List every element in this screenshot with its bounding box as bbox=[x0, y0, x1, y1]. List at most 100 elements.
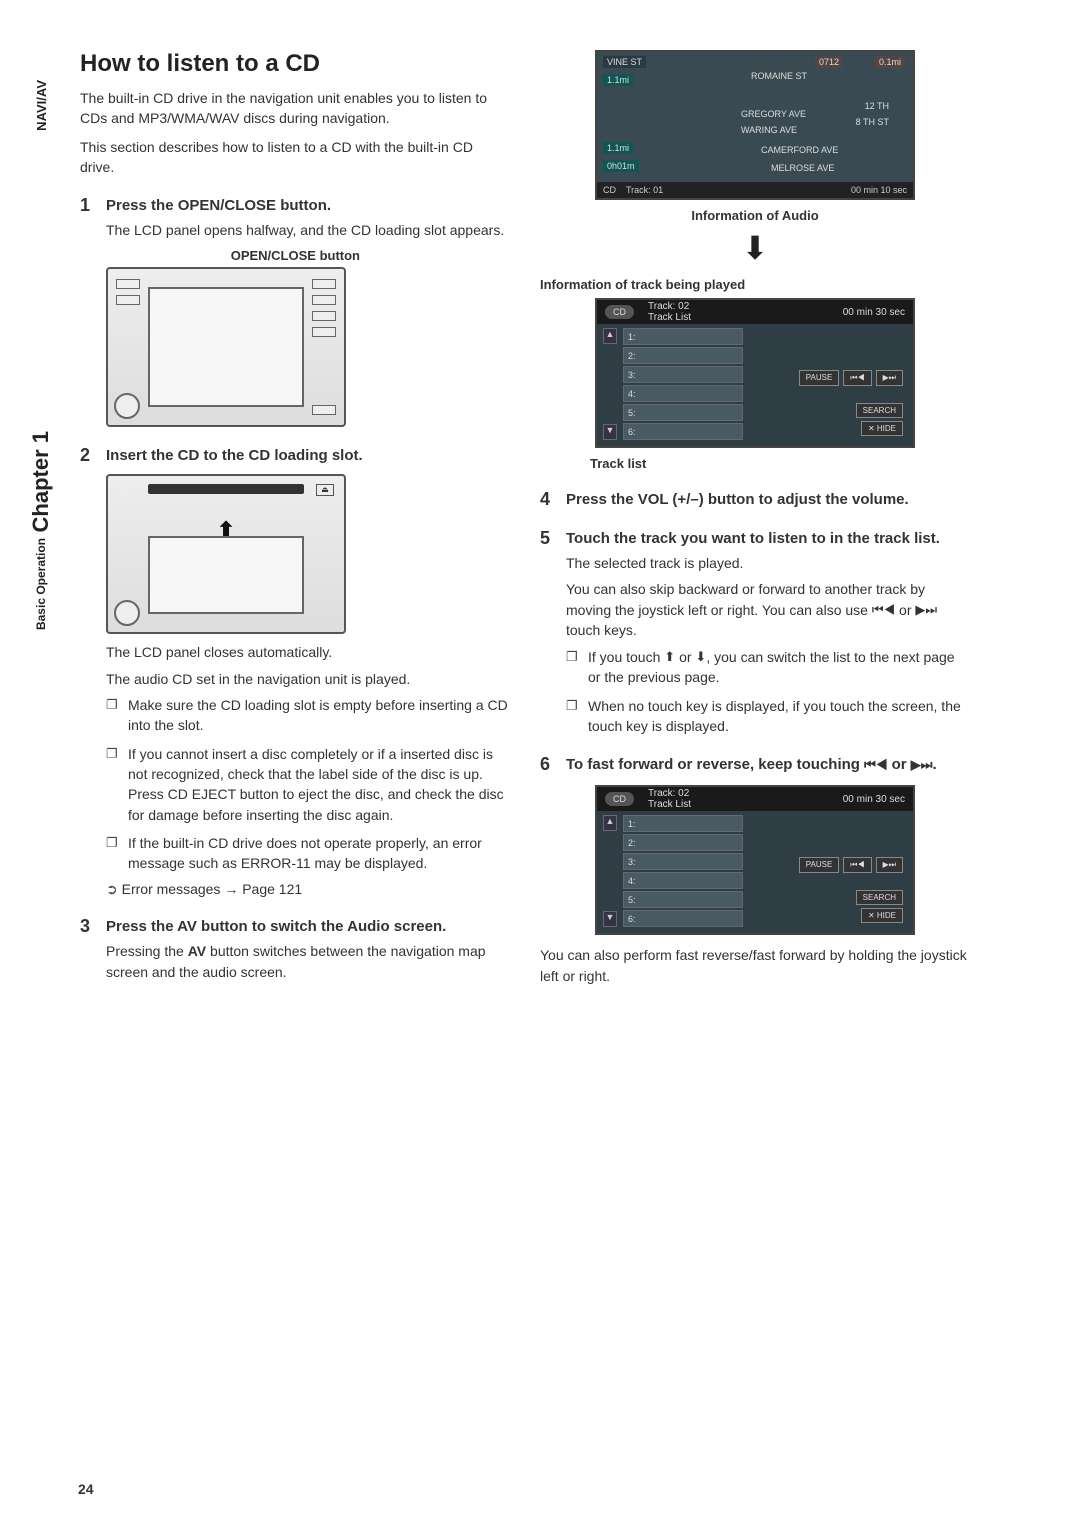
nav-distance-1: 1.1mi bbox=[603, 74, 633, 86]
intro-p2: This section describes how to listen to … bbox=[80, 137, 510, 178]
step-1-title: Press the OPEN/CLOSE button. bbox=[106, 195, 331, 216]
search-button[interactable]: SEARCH bbox=[856, 403, 903, 418]
step-5-bullet-1: If you touch ⬆ or ⬇, you can switch the … bbox=[566, 647, 970, 688]
next-button[interactable]: ▶⏭ bbox=[876, 370, 903, 386]
nav-track-label: Track: 01 bbox=[626, 185, 663, 195]
caption-tracklist: Track list bbox=[590, 456, 970, 471]
eject-icon: ⏏ bbox=[316, 484, 334, 496]
page-up-icon: ⬆ bbox=[664, 648, 675, 667]
tracklist-screenshot-1: CD Track: 02 Track List 00 min 30 sec ▲ … bbox=[595, 298, 915, 448]
street-waring: WARING AVE bbox=[737, 124, 801, 136]
tl-cd-label: CD bbox=[605, 305, 634, 319]
nav-distance-2: 1.1mi bbox=[603, 142, 633, 154]
tl-header-time: 00 min 30 sec bbox=[843, 794, 905, 805]
track-row[interactable]: 5: bbox=[623, 891, 743, 908]
track-row[interactable]: 1: bbox=[623, 815, 743, 832]
pause-button[interactable]: PAUSE bbox=[799, 857, 840, 873]
step-2-bullet-1: Make sure the CD loading slot is empty b… bbox=[106, 695, 510, 736]
step-4-number: 4 bbox=[540, 489, 558, 510]
track-row[interactable]: 1: bbox=[623, 328, 743, 345]
step-2-bullet-2: If you cannot insert a disc completely o… bbox=[106, 744, 510, 825]
track-row[interactable]: 5: bbox=[623, 404, 743, 421]
step-6-footer: You can also perform fast reverse/fast f… bbox=[540, 945, 970, 986]
track-row[interactable]: 6: bbox=[623, 423, 743, 440]
step-5-bullets: If you touch ⬆ or ⬇, you can switch the … bbox=[566, 647, 970, 737]
tracklist-screenshot-2: CD Track: 02 Track List 00 min 30 sec ▲ … bbox=[595, 785, 915, 935]
nav-map-screenshot: VINE ST 1.1mi 0712 0.1mi ROMAINE ST GREG… bbox=[595, 50, 915, 200]
tl-rows: 1: 2: 3: 4: 5: 6: bbox=[623, 815, 743, 929]
street-vine: VINE ST bbox=[603, 56, 646, 68]
open-close-caption: OPEN/CLOSE button bbox=[140, 248, 360, 263]
step-3-number: 3 bbox=[80, 916, 98, 937]
step-2-xref: Error messages → Page 121 bbox=[106, 881, 510, 898]
down-arrow-icon: ⬇ bbox=[540, 229, 970, 267]
tl-header-track: Track: 02 bbox=[648, 301, 691, 312]
street-romaine: ROMAINE ST bbox=[747, 70, 811, 82]
intro-text: The built-in CD drive in the navigation … bbox=[80, 88, 510, 177]
step-2-body2: The audio CD set in the navigation unit … bbox=[106, 669, 510, 689]
step-2-bullets: Make sure the CD loading slot is empty b… bbox=[106, 695, 510, 873]
track-row[interactable]: 3: bbox=[623, 853, 743, 870]
page-down-icon: ⬇ bbox=[695, 648, 706, 667]
track-row[interactable]: 6: bbox=[623, 910, 743, 927]
next-button[interactable]: ▶⏭ bbox=[876, 857, 903, 873]
left-column: How to listen to a CD The built-in CD dr… bbox=[80, 50, 510, 992]
step-5-title: Touch the track you want to listen to in… bbox=[566, 528, 940, 549]
step-3: 3 Press the AV button to switch the Audi… bbox=[80, 916, 510, 982]
tab-basic-operation: Basic Operation bbox=[34, 538, 48, 630]
intro-p1: The built-in CD drive in the navigation … bbox=[80, 88, 510, 129]
step-6-title: To fast forward or reverse, keep touchin… bbox=[566, 754, 937, 775]
tl-header-track: Track: 02 bbox=[648, 788, 691, 799]
scroll-up-icon[interactable]: ▲ bbox=[603, 328, 617, 344]
nav-eta: 0h01m bbox=[603, 160, 639, 172]
street-12th: 12 TH bbox=[861, 100, 893, 112]
side-tabs: NAVI/AV Chapter 1 Basic Operation bbox=[28, 80, 54, 630]
step-2-number: 2 bbox=[80, 445, 98, 466]
track-row[interactable]: 2: bbox=[623, 347, 743, 364]
step-2-bullet-3: If the built-in CD drive does not operat… bbox=[106, 833, 510, 874]
next-track-icon: ▶⏭ bbox=[915, 601, 937, 620]
tl-cd-label: CD bbox=[605, 792, 634, 806]
step-6-number: 6 bbox=[540, 754, 558, 775]
page-number: 24 bbox=[78, 1481, 94, 1497]
tab-navi-av: NAVI/AV bbox=[34, 80, 49, 131]
pause-button[interactable]: PAUSE bbox=[799, 370, 840, 386]
step-5: 5 Touch the track you want to listen to … bbox=[540, 528, 970, 736]
xref-label: Error messages bbox=[122, 881, 221, 897]
device-open-figure: ⏏ ⬆ bbox=[106, 474, 346, 634]
track-row[interactable]: 2: bbox=[623, 834, 743, 851]
step-5-number: 5 bbox=[540, 528, 558, 549]
hide-button[interactable]: ✕ HIDE bbox=[861, 908, 903, 923]
tab-chapter: Chapter 1 bbox=[28, 431, 54, 532]
hide-button[interactable]: ✕ HIDE bbox=[861, 421, 903, 436]
step-3-body: Pressing the AV button switches between … bbox=[106, 941, 510, 982]
street-camerford: CAMERFORD AVE bbox=[757, 144, 842, 156]
scroll-up-icon[interactable]: ▲ bbox=[603, 815, 617, 831]
step-1: 1 Press the OPEN/CLOSE button. The LCD p… bbox=[80, 195, 510, 427]
track-row[interactable]: 3: bbox=[623, 366, 743, 383]
step-1-body: The LCD panel opens halfway, and the CD … bbox=[106, 220, 510, 240]
device-front-figure bbox=[106, 267, 346, 427]
step-2-title: Insert the CD to the CD loading slot. bbox=[106, 445, 363, 466]
step-6: 6 To fast forward or reverse, keep touch… bbox=[540, 754, 970, 986]
search-button[interactable]: SEARCH bbox=[856, 890, 903, 905]
nav-cd-label: CD bbox=[603, 185, 616, 195]
tl-header-time: 00 min 30 sec bbox=[843, 307, 905, 318]
tl-header-list: Track List bbox=[648, 799, 691, 810]
prev-track-icon: ⏮◀ bbox=[864, 756, 887, 774]
nav-audio-bar: CD Track: 01 00 min 10 sec bbox=[597, 182, 913, 198]
prev-button[interactable]: ⏮◀ bbox=[843, 857, 871, 873]
right-column: VINE ST 1.1mi 0712 0.1mi ROMAINE ST GREG… bbox=[540, 50, 970, 992]
prev-track-icon: ⏮◀ bbox=[872, 601, 895, 620]
tl-rows: 1: 2: 3: 4: 5: 6: bbox=[623, 328, 743, 442]
tl-header-list: Track List bbox=[648, 312, 691, 323]
prev-button[interactable]: ⏮◀ bbox=[843, 370, 871, 386]
nav-clock: 0712 bbox=[815, 56, 843, 68]
track-row[interactable]: 4: bbox=[623, 385, 743, 402]
track-row[interactable]: 4: bbox=[623, 872, 743, 889]
step-5-body1: The selected track is played. bbox=[566, 553, 970, 573]
scroll-down-icon[interactable]: ▼ bbox=[603, 424, 617, 440]
caption-info-audio: Information of Audio bbox=[540, 208, 970, 223]
street-gregory: GREGORY AVE bbox=[737, 108, 810, 120]
scroll-down-icon[interactable]: ▼ bbox=[603, 911, 617, 927]
